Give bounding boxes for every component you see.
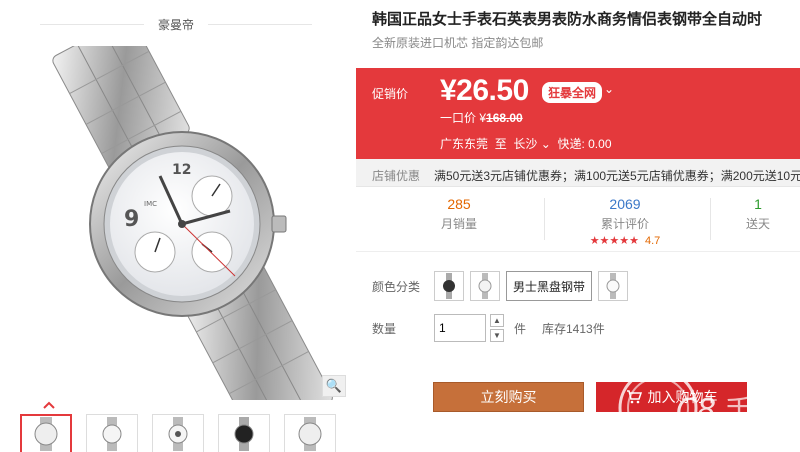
watch-thumb-icon <box>478 273 492 299</box>
third-stat: 1 送天 <box>745 196 770 231</box>
product-subtitle: 全新原装进口机芯 指定韵达包邮 <box>372 36 544 50</box>
stock-count: 库存1413件 <box>542 322 605 336</box>
watch-thumb-icon <box>34 417 58 451</box>
buy-now-button[interactable]: 立刻购买 <box>433 382 584 412</box>
store-name[interactable]: 豪曼帝 <box>0 16 352 34</box>
quantity-unit: 件 <box>514 322 527 336</box>
main-product-image[interactable]: 12 9 IMC <box>20 46 348 400</box>
svg-text:9: 9 <box>124 207 139 232</box>
thumbnail-5[interactable] <box>284 414 336 452</box>
svg-text:12: 12 <box>172 162 191 178</box>
divider <box>544 198 545 240</box>
svg-text:IMC: IMC <box>144 200 157 208</box>
price-label: 促销价 <box>372 87 409 101</box>
rating-stars: ★★★★★ 4.7 <box>589 235 661 247</box>
original-price: 一口价 ¥168.00 <box>440 111 523 125</box>
watch-thumb-icon <box>102 417 122 451</box>
increase-icon[interactable]: ▲ <box>490 314 504 327</box>
color-option-4[interactable] <box>598 271 629 301</box>
destination-city-select[interactable]: 长沙 ⌄ <box>513 137 550 151</box>
thumbnail-strip <box>20 414 336 452</box>
product-title: 韩国正品女士手表石英表男表防水商务情侣表钢带全自动时 <box>372 11 763 28</box>
store-promotion: 店铺优惠 满50元送3元店铺优惠券；满100元送5元店铺优惠券；满200元送10… <box>356 159 800 187</box>
promo-price: ¥26.50 <box>440 74 529 107</box>
zoom-icon[interactable]: 🔍 <box>322 375 346 397</box>
color-option-3[interactable]: 男士黑盘钢带 <box>506 271 593 301</box>
divider <box>710 198 711 240</box>
color-option-1[interactable] <box>434 271 464 301</box>
watch-thumb-icon <box>606 273 620 299</box>
watch-thumb-icon <box>168 417 188 451</box>
watch-illustration: 12 9 IMC <box>52 46 333 400</box>
thumbnail-1[interactable] <box>20 414 72 452</box>
price-box: 促销价 ¥26.50 狂暴全网 ⌄ 一口价 ¥168.00 广东东莞 至 长沙 … <box>356 68 800 159</box>
decrease-icon[interactable]: ▼ <box>490 329 504 342</box>
chevron-down-icon: ⌄ <box>540 137 551 151</box>
monthly-sales: 285 月销量 <box>440 196 477 231</box>
thumbnail-3[interactable] <box>152 414 204 452</box>
cumulative-reviews[interactable]: 2069 累计评价 ★★★★★ 4.7 <box>550 196 700 247</box>
quantity-stepper: ▲ ▼ <box>490 314 504 342</box>
quantity-input[interactable] <box>434 314 486 342</box>
thumbnail-4[interactable] <box>218 414 270 452</box>
shipping-info: 广东东莞 至 长沙 ⌄ 快递: 0.00 <box>440 137 612 151</box>
color-options: 男士黑盘钢带 <box>434 271 629 301</box>
color-option-2[interactable] <box>470 271 500 301</box>
watch-thumb-icon <box>234 417 254 451</box>
stats-row: 285 月销量 2069 累计评价 ★★★★★ 4.7 1 送天 <box>356 188 800 252</box>
add-to-cart-button[interactable]: 加入购物车 <box>596 382 747 412</box>
watch-thumb-icon <box>443 273 455 299</box>
quantity-label: 数量 <box>372 322 397 336</box>
product-page: 豪曼帝 12 9 IMC 🔍 韩国正品女士手表石英表男表防水商务情侣表钢带全自动… <box>0 0 800 452</box>
product-info-panel: 韩国正品女士手表石英表男表防水商务情侣表钢带全自动时 全新原装进口机芯 指定韵达… <box>356 0 800 452</box>
chevron-down-icon[interactable]: ⌄ <box>604 82 614 96</box>
promo-badge: 狂暴全网 <box>542 82 603 103</box>
gallery-panel: 豪曼帝 12 9 IMC 🔍 <box>0 0 352 452</box>
cart-icon <box>626 390 642 404</box>
color-option-label: 颜色分类 <box>372 280 421 294</box>
watch-thumb-icon <box>298 417 322 451</box>
thumbnail-2[interactable] <box>86 414 138 452</box>
thumbnail-up-arrow-icon[interactable] <box>42 400 56 410</box>
